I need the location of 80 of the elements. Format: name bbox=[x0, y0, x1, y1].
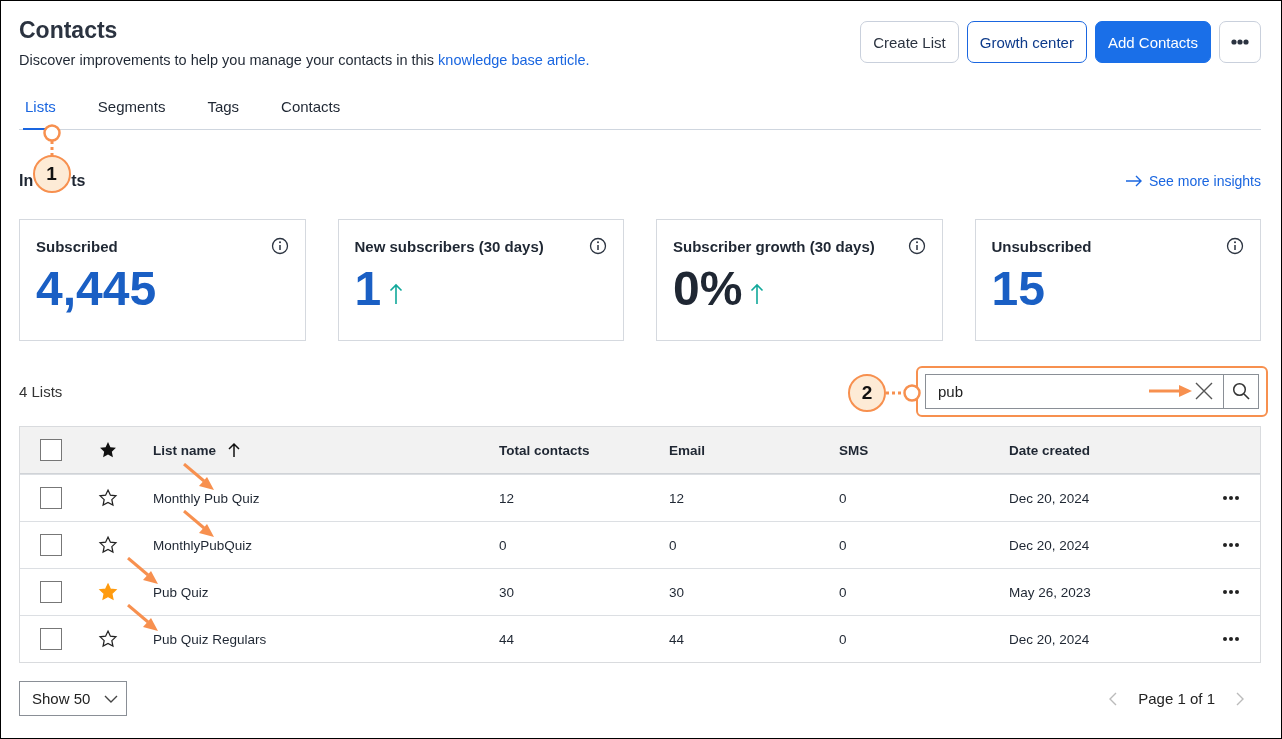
column-header[interactable]: SMS bbox=[839, 442, 869, 458]
list-count: 4 Lists bbox=[19, 382, 63, 400]
tab[interactable]: Segments bbox=[97, 98, 166, 115]
info-icon[interactable] bbox=[589, 237, 607, 255]
list-name[interactable]: MonthlyPubQuiz bbox=[153, 537, 253, 553]
info-icon[interactable] bbox=[907, 237, 926, 255]
table-cell: 0 bbox=[839, 537, 847, 553]
table-cell: May 26, 2023 bbox=[1009, 584, 1091, 600]
list-name[interactable]: Pub Quiz Regulars bbox=[153, 631, 267, 647]
stat-label: Subscribed bbox=[36, 237, 118, 255]
table-cell: 12 bbox=[669, 490, 685, 506]
callout-number: 1 bbox=[32, 155, 71, 193]
row-checkbox[interactable] bbox=[40, 534, 62, 556]
stat-value: 0% bbox=[673, 265, 743, 313]
stat-label: New subscribers (30 days) bbox=[354, 237, 544, 255]
callout-connector bbox=[41, 123, 62, 157]
star-icon[interactable] bbox=[98, 629, 118, 649]
tab[interactable]: Lists bbox=[25, 98, 56, 115]
header-button[interactable]: Growth center bbox=[966, 21, 1087, 63]
table-cell: 0 bbox=[839, 631, 847, 647]
stat-value: 1 bbox=[354, 265, 382, 313]
info-icon[interactable] bbox=[270, 237, 289, 255]
page-description: Discover improvements to help you manage your contacts in this knowledge base article. bbox=[19, 52, 590, 68]
table-cell: Dec 20, 2024 bbox=[1009, 537, 1090, 553]
list-name[interactable]: Monthly Pub Quiz bbox=[153, 490, 260, 506]
pointer-arrow bbox=[1149, 382, 1193, 399]
header-button[interactable]: Add Contacts bbox=[1094, 21, 1211, 63]
search-button[interactable] bbox=[1223, 373, 1259, 409]
column-header[interactable]: Total contacts bbox=[499, 442, 590, 458]
insights-heading-part: ts bbox=[71, 172, 86, 190]
clear-icon[interactable] bbox=[1194, 380, 1214, 401]
see-more-insights-link[interactable]: See more insights bbox=[1124, 173, 1261, 189]
row-actions-icon[interactable] bbox=[1221, 495, 1240, 501]
table-cell: 0 bbox=[839, 490, 847, 506]
table-cell: 0 bbox=[499, 537, 507, 553]
arrow-right-icon bbox=[1124, 175, 1143, 187]
row-actions-icon[interactable] bbox=[1221, 636, 1240, 642]
column-header[interactable]: List name bbox=[153, 442, 217, 458]
row-checkbox[interactable] bbox=[40, 581, 62, 603]
search-icon bbox=[1232, 382, 1250, 400]
row-checkbox[interactable] bbox=[40, 487, 62, 509]
page-indicator: Page 1 of 1 bbox=[1138, 690, 1215, 707]
stat-value: 4,445 bbox=[36, 265, 157, 313]
page-title: Contacts bbox=[19, 17, 119, 44]
column-header[interactable]: Date created bbox=[1009, 442, 1091, 458]
star-icon[interactable] bbox=[98, 582, 118, 602]
table-cell: Dec 20, 2024 bbox=[1009, 631, 1090, 647]
info-icon[interactable] bbox=[1226, 237, 1244, 255]
tab[interactable]: Contacts bbox=[281, 98, 341, 115]
table-cell: 44 bbox=[669, 631, 685, 647]
callout-number: 2 bbox=[848, 373, 886, 412]
stat-label: Unsubscribed bbox=[991, 237, 1092, 255]
more-icon bbox=[1231, 39, 1249, 45]
row-checkbox[interactable] bbox=[40, 628, 62, 650]
tab[interactable]: Tags bbox=[207, 98, 240, 115]
table-cell: 30 bbox=[499, 584, 515, 600]
select-all-checkbox[interactable] bbox=[40, 439, 62, 461]
stat-value: 15 bbox=[991, 265, 1045, 313]
star-icon[interactable] bbox=[98, 535, 118, 555]
table-cell: 12 bbox=[499, 490, 515, 506]
more-button[interactable] bbox=[1219, 21, 1261, 63]
column-header[interactable]: Email bbox=[669, 442, 706, 458]
search-field[interactable]: pub bbox=[925, 373, 1223, 409]
star-icon[interactable] bbox=[98, 488, 118, 508]
header-button[interactable]: Create List bbox=[860, 21, 959, 63]
chevron-down-icon bbox=[104, 694, 119, 703]
knowledge-base-link[interactable]: knowledge base article. bbox=[438, 52, 590, 68]
table-cell: 44 bbox=[499, 631, 515, 647]
row-actions-icon[interactable] bbox=[1221, 589, 1240, 595]
list-name[interactable]: Pub Quiz bbox=[153, 584, 209, 600]
insights-heading-part: In bbox=[19, 172, 34, 190]
page-size-dropdown[interactable]: Show 50 bbox=[19, 681, 128, 716]
stat-label: Subscriber growth (30 days) bbox=[673, 237, 875, 255]
table-cell: 0 bbox=[839, 584, 847, 600]
star-icon bbox=[98, 440, 118, 460]
table-cell: 0 bbox=[669, 537, 677, 553]
sort-arrow-icon[interactable] bbox=[227, 442, 242, 458]
table-cell: 30 bbox=[669, 584, 685, 600]
row-actions-icon[interactable] bbox=[1221, 542, 1240, 548]
table-cell: Dec 20, 2024 bbox=[1009, 490, 1090, 506]
